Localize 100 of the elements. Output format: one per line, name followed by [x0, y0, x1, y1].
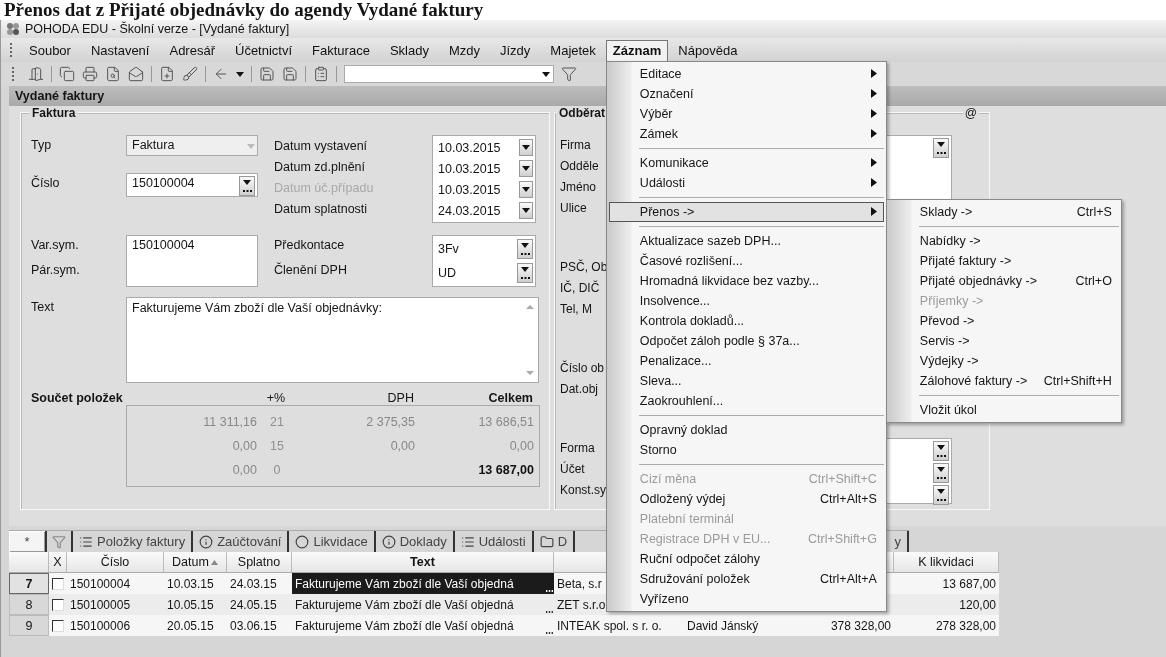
menu-item[interactable]: Sleva... — [608, 370, 884, 391]
new-document-icon[interactable] — [159, 66, 175, 82]
filter-combo-field[interactable] — [344, 65, 554, 83]
menu-bar-item[interactable]: Účetnictví — [225, 39, 303, 61]
clipboard-icon[interactable] — [313, 66, 329, 82]
row-number[interactable]: 7 — [9, 573, 49, 594]
menu-item[interactable]: Převod -> — [888, 310, 1119, 331]
menu-item[interactable]: Časové rozlišení... — [608, 250, 884, 271]
submenu-arrow-icon — [870, 178, 877, 187]
save-icon[interactable] — [282, 66, 298, 82]
menu-item[interactable]: Vložit úkol — [888, 399, 1119, 420]
number-field[interactable]: 150100004 — [126, 173, 258, 197]
lookup-button[interactable] — [239, 176, 255, 196]
menu-item[interactable]: Editace — [608, 63, 884, 84]
lookup-button[interactable] — [517, 239, 533, 259]
dropdown-button[interactable] — [519, 160, 533, 177]
menu-bar-item[interactable]: Adresář — [159, 39, 225, 61]
menu-item[interactable]: Zálohové faktury -> Ctrl+Shift+H — [888, 370, 1119, 391]
menu-item[interactable]: Aktualizace sazeb DPH... — [608, 230, 884, 251]
field-value[interactable]: 3Fv — [438, 242, 459, 256]
lookup-button[interactable] — [933, 463, 949, 483]
lookup-button[interactable] — [933, 441, 949, 461]
menu-item[interactable]: Události — [608, 172, 884, 193]
menu-bar-item[interactable]: Majetek — [540, 39, 606, 61]
menu-item[interactable]: Storno — [608, 439, 884, 460]
text-area[interactable]: Fakturujeme Vám zboží dle Vaší objednávky: — [126, 297, 539, 383]
menu-item[interactable]: Servis -> — [888, 330, 1119, 351]
field-label: Text — [31, 299, 55, 316]
field-label: Dat.obj — [560, 381, 600, 398]
dropdown-arrow-icon — [521, 266, 529, 272]
date-label: Datum vystavení — [274, 138, 369, 155]
column-header[interactable]: Text — [292, 552, 554, 573]
row-checkbox[interactable] — [52, 577, 64, 590]
menu-item[interactable]: Nabídky -> — [888, 230, 1119, 251]
menu-item[interactable]: Opravný doklad — [608, 419, 884, 440]
menu-item[interactable]: Hromadná likvidace bez vazby... — [608, 270, 884, 291]
table-cell: 03.06.15 — [227, 615, 292, 636]
filter-icon[interactable] — [561, 66, 577, 82]
menu-item[interactable]: Sklady -> Ctrl+S — [888, 201, 1119, 222]
printer-icon[interactable] — [82, 66, 98, 82]
menu-item[interactable]: Přenos -> — [608, 201, 884, 222]
save-icon[interactable] — [259, 66, 275, 82]
column-header[interactable]: Datum — [164, 552, 227, 573]
email-mark: @ — [962, 106, 979, 120]
menu-bar-item[interactable]: Záznam — [605, 39, 669, 61]
tab-icon — [199, 534, 214, 549]
row-number[interactable]: 8 — [9, 594, 49, 615]
dropdown-button[interactable] — [519, 139, 533, 156]
menu-item[interactable]: Přijaté objednávky -> Ctrl+O — [888, 270, 1119, 291]
exit-icon[interactable] — [28, 66, 44, 82]
dropdown-arrow-icon — [937, 141, 945, 147]
symbol-field[interactable]: 150100004 — [126, 235, 258, 287]
menu-item[interactable]: Zaokrouhlení... — [608, 390, 884, 411]
dropdown-button[interactable] — [519, 202, 533, 219]
column-header[interactable]: X — [49, 552, 67, 573]
row-number[interactable]: 9 — [9, 615, 49, 636]
lookup-button[interactable] — [933, 485, 949, 505]
lookup-button[interactable] — [517, 263, 533, 283]
copy-icon[interactable] — [59, 66, 75, 82]
menu-item[interactable]: Insolvence... — [608, 290, 884, 311]
tab[interactable]: * — [9, 531, 47, 552]
column-header[interactable]: Číslo — [67, 552, 164, 573]
menu-bar-item[interactable]: Sklady — [379, 39, 439, 61]
menu-item[interactable]: Přijaté faktury -> — [888, 250, 1119, 271]
menu-bar-item[interactable]: Soubor — [19, 39, 81, 61]
date-value[interactable]: 10.03.2015 — [438, 140, 501, 155]
menu-item[interactable]: Penalizace... — [608, 350, 884, 371]
menu-item[interactable]: Výdejky -> — [888, 350, 1119, 371]
table-cell: 150100004 — [67, 573, 164, 594]
field-value[interactable]: UD — [438, 266, 457, 280]
menu-bar-item[interactable]: Mzdy — [438, 39, 490, 61]
grand-total: 13 687,00 — [477, 463, 534, 477]
column-header[interactable]: K likvidaci — [894, 552, 999, 573]
brush-icon[interactable] — [182, 66, 198, 82]
menu-bar-item[interactable]: Fakturace — [302, 39, 380, 61]
submenu-arrow-icon — [870, 69, 877, 78]
menu-item[interactable]: Výběr — [608, 103, 884, 124]
menu-item[interactable]: Odložený výdej Ctrl+Alt+S — [608, 488, 884, 509]
menu-item[interactable]: Ruční odpočet zálohy — [608, 548, 884, 569]
column-header[interactable]: Splatno — [227, 552, 292, 573]
menu-item[interactable]: Zámek — [608, 123, 884, 144]
submenu-arrow-icon — [870, 129, 877, 138]
menu-item[interactable]: Označení — [608, 83, 884, 104]
type-select[interactable]: Faktura — [126, 135, 258, 156]
table-cell: David Jánský — [684, 615, 784, 636]
menu-item[interactable]: Komunikace — [608, 152, 884, 173]
menu-item[interactable]: Kontrola dokladů... — [608, 310, 884, 331]
mail-icon[interactable] — [128, 66, 144, 82]
menu-bar-item[interactable]: Jízdy — [490, 39, 541, 61]
row-checkbox[interactable] — [52, 619, 64, 632]
preview-icon[interactable] — [105, 66, 121, 82]
dropdown-button[interactable] — [519, 181, 533, 198]
date-value[interactable]: 24.03.2015 — [438, 203, 501, 218]
menu-bar-item[interactable]: Nastavení — [80, 39, 160, 61]
row-checkbox[interactable] — [52, 598, 64, 611]
date-value[interactable]: 10.03.2015 — [438, 161, 501, 176]
menu-item[interactable]: Odpočet záloh podle § 37a... — [608, 330, 884, 351]
table-cell: 13 687,00 — [894, 573, 999, 594]
menu-bar-item[interactable]: Nápověda — [668, 39, 748, 61]
lookup-button[interactable] — [933, 138, 949, 158]
